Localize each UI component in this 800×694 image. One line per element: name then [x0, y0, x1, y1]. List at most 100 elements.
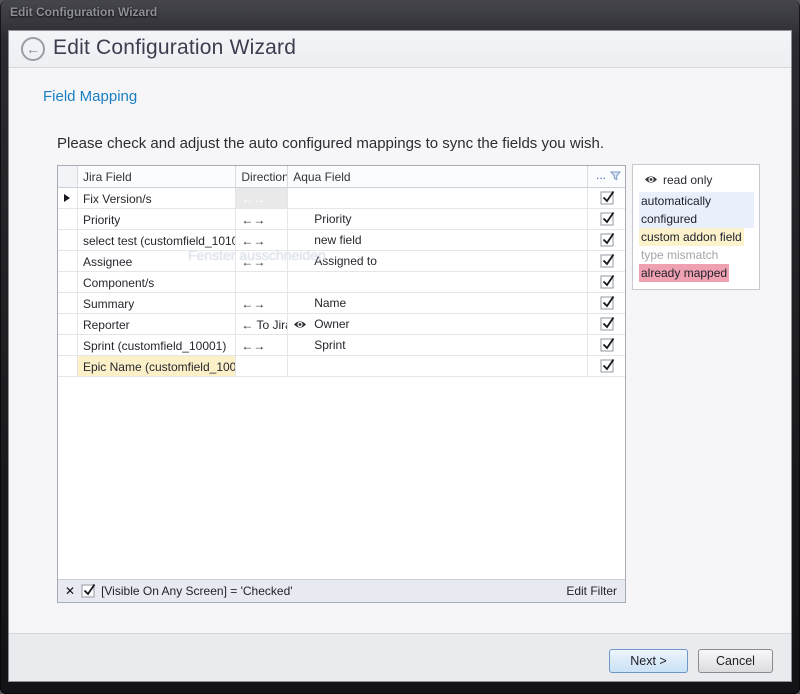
- eye-icon: [644, 171, 658, 189]
- table-row: Priority ←→ Priority: [58, 209, 625, 230]
- jira-field-cell[interactable]: select test (customfield_10100): [78, 230, 236, 250]
- edit-filter-link[interactable]: Edit Filter: [566, 584, 617, 598]
- jira-field-cell-custom-addon[interactable]: Epic Name (customfield_10004): [78, 356, 236, 376]
- filter-funnel-icon[interactable]: [610, 170, 621, 184]
- row-indicator-cell[interactable]: [58, 314, 78, 334]
- legend-auto-configured: automatically configured: [639, 192, 754, 228]
- visible-checkbox-checked[interactable]: [600, 317, 614, 331]
- aqua-field-cell[interactable]: [288, 272, 588, 292]
- direction-cell[interactable]: ←→: [236, 188, 288, 208]
- jira-field-cell[interactable]: Priority: [78, 209, 236, 229]
- legend-custom-addon: custom addon field: [639, 228, 744, 246]
- direction-cell[interactable]: ←→: [236, 251, 288, 271]
- column-header-jira-field[interactable]: Jira Field: [78, 166, 236, 187]
- next-button[interactable]: Next >: [609, 649, 688, 673]
- table-row: Fix Version/s ←→: [58, 188, 625, 209]
- aqua-field-cell[interactable]: Name: [288, 293, 588, 313]
- column-header-aqua-field[interactable]: Aqua Field: [288, 166, 588, 187]
- window-frame: Edit Configuration Wizard ← Edit Configu…: [0, 0, 800, 694]
- row-indicator-header: [58, 166, 78, 187]
- grid-empty-area: [58, 377, 625, 579]
- wizard-dialog: ← Edit Configuration Wizard Field Mappin…: [8, 30, 792, 682]
- remove-filter-icon[interactable]: ✕: [65, 584, 75, 598]
- visible-checkbox-checked[interactable]: [600, 191, 614, 205]
- dialog-footer: Next > Cancel: [9, 633, 791, 681]
- back-button[interactable]: ←: [21, 37, 45, 61]
- grid-header-row: Jira Field Direction Aqua Field ...: [58, 166, 625, 188]
- legend-read-only-label: read only: [663, 171, 712, 189]
- direction-cell[interactable]: ← To Jira: [236, 314, 288, 334]
- visible-checkbox-cell[interactable]: [588, 209, 625, 229]
- visible-checkbox-cell[interactable]: [588, 335, 625, 355]
- jira-field-cell[interactable]: Fix Version/s: [78, 188, 236, 208]
- row-indicator-cell[interactable]: [58, 251, 78, 271]
- table-row: Sprint (customfield_10001) ←→ Sprint: [58, 335, 625, 356]
- filter-expression[interactable]: [Visible On Any Screen] = 'Checked': [101, 584, 566, 598]
- visible-checkbox-cell[interactable]: [588, 251, 625, 271]
- column-header-more-label: ...: [596, 168, 606, 182]
- aqua-field-cell[interactable]: Priority: [288, 209, 588, 229]
- visible-checkbox-checked[interactable]: [600, 275, 614, 289]
- visible-checkbox-checked[interactable]: [600, 359, 614, 373]
- row-indicator-cell[interactable]: [58, 230, 78, 250]
- row-indicator-cell[interactable]: [58, 335, 78, 355]
- direction-cell[interactable]: [236, 272, 288, 292]
- aqua-field-cell[interactable]: new field: [288, 230, 588, 250]
- visible-checkbox-cell[interactable]: [588, 230, 625, 250]
- aqua-field-cell[interactable]: Owner: [288, 314, 588, 334]
- filter-enabled-checkbox[interactable]: [81, 584, 95, 598]
- table-row: Epic Name (customfield_10004): [58, 356, 625, 377]
- table-row: Component/s: [58, 272, 625, 293]
- direction-cell[interactable]: [236, 356, 288, 376]
- aqua-field-cell[interactable]: [288, 188, 588, 208]
- cancel-button[interactable]: Cancel: [698, 649, 773, 673]
- visible-checkbox-cell[interactable]: [588, 293, 625, 313]
- table-row: Summary ←→ Name: [58, 293, 625, 314]
- table-row: Reporter ← To Jira Owner: [58, 314, 625, 335]
- column-header-direction[interactable]: Direction: [236, 166, 288, 187]
- back-arrow-icon: ←: [26, 42, 40, 56]
- jira-field-cell[interactable]: Assignee: [78, 251, 236, 271]
- row-indicator-cell[interactable]: [58, 272, 78, 292]
- jira-field-cell[interactable]: Summary: [78, 293, 236, 313]
- current-row-arrow-icon: [64, 194, 70, 202]
- jira-field-cell[interactable]: Sprint (customfield_10001): [78, 335, 236, 355]
- direction-cell[interactable]: ←→: [236, 293, 288, 313]
- instruction-text: Please check and adjust the auto configu…: [57, 135, 604, 152]
- window-title: Edit Configuration Wizard: [10, 5, 157, 19]
- grid-filter-bar: ✕ [Visible On Any Screen] = 'Checked' Ed…: [58, 579, 625, 602]
- visible-checkbox-cell[interactable]: [588, 272, 625, 292]
- visible-checkbox-checked[interactable]: [600, 296, 614, 310]
- jira-field-cell[interactable]: Component/s: [78, 272, 236, 292]
- wizard-header: ← Edit Configuration Wizard: [9, 31, 791, 68]
- visible-checkbox-cell[interactable]: [588, 314, 625, 334]
- visible-checkbox-checked[interactable]: [600, 212, 614, 226]
- visible-checkbox-checked[interactable]: [600, 338, 614, 352]
- aqua-field-cell[interactable]: Sprint: [288, 335, 588, 355]
- direction-cell[interactable]: ←→: [236, 335, 288, 355]
- column-header-visible[interactable]: ...: [588, 166, 625, 187]
- legend-already-mapped: already mapped: [639, 264, 729, 282]
- row-indicator-cell[interactable]: [58, 356, 78, 376]
- jira-field-cell[interactable]: Reporter: [78, 314, 236, 334]
- aqua-field-cell[interactable]: [288, 356, 588, 376]
- read-only-eye-icon: [293, 320, 314, 329]
- visible-checkbox-cell[interactable]: [588, 356, 625, 376]
- direction-cell[interactable]: ←→: [236, 230, 288, 250]
- table-row: Assignee ←→ Assigned to: [58, 251, 625, 272]
- visible-checkbox-checked[interactable]: [600, 254, 614, 268]
- visible-checkbox-checked[interactable]: [600, 233, 614, 247]
- direction-cell[interactable]: ←→: [236, 209, 288, 229]
- legend-type-mismatch: type mismatch: [639, 246, 720, 264]
- field-mapping-grid: Jira Field Direction Aqua Field ... Fix …: [57, 165, 626, 603]
- legend-panel: read only automatically configured custo…: [632, 164, 760, 290]
- visible-checkbox-cell[interactable]: [588, 188, 625, 208]
- section-title: Field Mapping: [43, 88, 137, 105]
- row-indicator-cell[interactable]: [58, 293, 78, 313]
- row-indicator-cell[interactable]: [58, 209, 78, 229]
- legend-read-only: read only: [639, 171, 754, 189]
- table-row: select test (customfield_10100) ←→ new f…: [58, 230, 625, 251]
- aqua-field-cell[interactable]: Assigned to: [288, 251, 588, 271]
- wizard-title: Edit Configuration Wizard: [53, 36, 296, 60]
- row-indicator-cell[interactable]: [58, 188, 78, 208]
